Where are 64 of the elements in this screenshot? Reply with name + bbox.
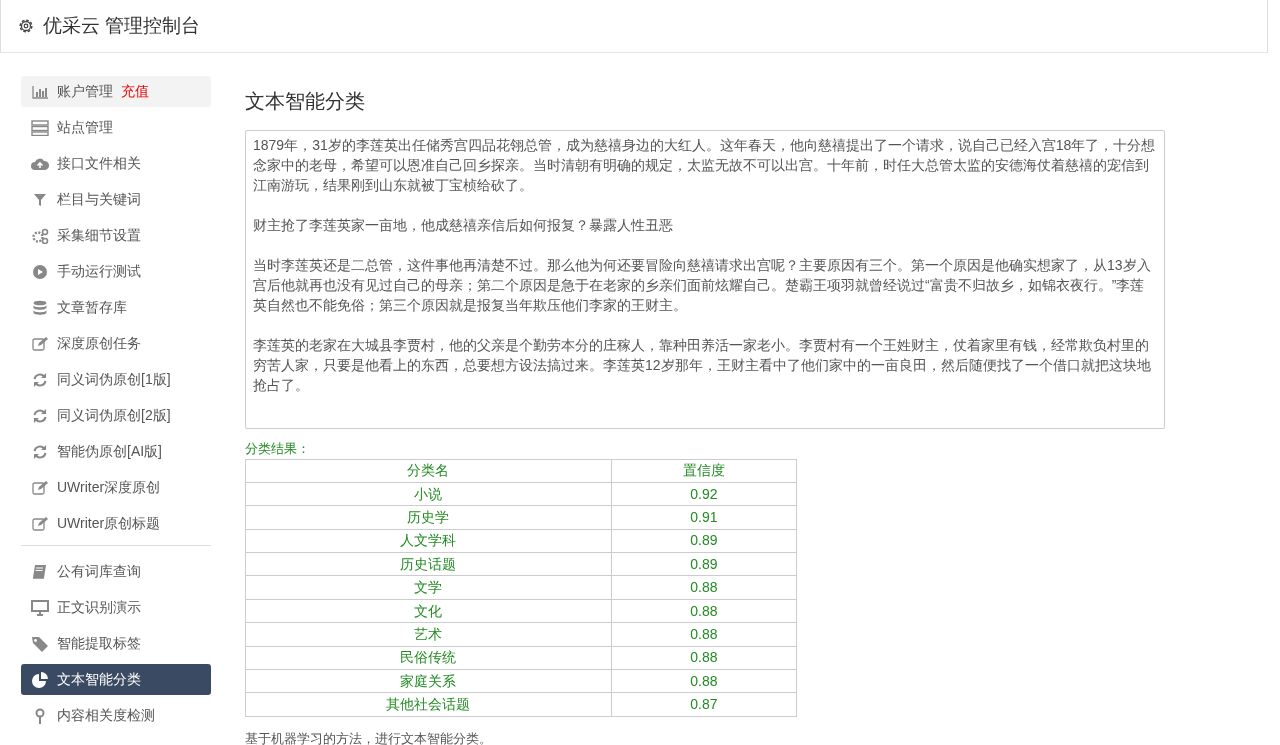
sidebar-item[interactable]: 采集细节设置 xyxy=(21,220,211,251)
table-cell: 0.89 xyxy=(611,529,797,553)
table-cell: 民俗传统 xyxy=(245,646,612,670)
sidebar-item[interactable]: 手动运行测试 xyxy=(21,256,211,287)
sidebar-item[interactable]: UWriter原创标题 xyxy=(21,508,211,539)
table-cell: 历史话题 xyxy=(245,552,612,576)
sidebar-item[interactable]: 栏目与关键词 xyxy=(21,184,211,215)
sidebar-item[interactable]: 文章暂存库 xyxy=(21,292,211,323)
filter-icon xyxy=(31,191,49,208)
edit-icon xyxy=(31,335,49,352)
table-cell: 0.88 xyxy=(611,669,797,693)
column-header: 分类名 xyxy=(245,459,612,483)
table-cell: 文化 xyxy=(245,599,612,623)
page-title: 文本智能分类 xyxy=(245,89,366,114)
table-cell: 家庭关系 xyxy=(245,669,612,693)
database-icon xyxy=(31,299,49,316)
table-cell: 0.88 xyxy=(611,646,797,670)
table-cell: 0.92 xyxy=(611,482,797,506)
result-label: 分类结果： xyxy=(245,440,311,458)
sidebar-item[interactable]: 内容相关度检测 xyxy=(21,700,211,731)
table-cell: 其他社会话题 xyxy=(245,692,612,717)
edit-icon xyxy=(31,479,49,496)
refresh-icon xyxy=(31,371,49,388)
recharge-label[interactable]: 充值 xyxy=(121,81,149,102)
table-cell: 0.88 xyxy=(611,575,797,600)
column-header: 置信度 xyxy=(611,459,797,483)
app-title: 优采云 管理控制台 xyxy=(43,13,201,38)
sidebar-item[interactable]: 智能提取标签 xyxy=(21,628,211,659)
refresh-icon xyxy=(31,407,49,424)
table-cell: 0.88 xyxy=(611,599,797,623)
table-cell: 0.87 xyxy=(611,692,797,717)
server-icon xyxy=(31,119,49,136)
edit-icon xyxy=(31,515,49,532)
tag-icon xyxy=(31,635,49,652)
sidebar-item[interactable]: 公有词库查询 xyxy=(21,556,211,587)
play-icon xyxy=(31,263,49,280)
book-icon xyxy=(31,563,49,580)
pie-chart-icon xyxy=(31,671,49,688)
gears-icon xyxy=(31,227,49,244)
table-cell: 0.91 xyxy=(611,505,797,530)
sidebar-item[interactable]: 同义词伪原创[2版] xyxy=(21,400,211,431)
refresh-icon xyxy=(31,443,49,460)
sidebar-item[interactable]: 接口文件相关 xyxy=(21,148,211,179)
sidebar-item[interactable]: 深度原创任务 xyxy=(21,328,211,359)
table-cell: 0.89 xyxy=(611,552,797,576)
text-input-area[interactable]: 1879年，31岁的李莲英出任储秀宫四品花翎总管，成为慈禧身边的大红人。这年春天，他向慈禧提出了一个请求，说自己已经入宫18年了，十分想念家中的老母，希望可以恩准自己回乡探亲。当时清朝有明确的规定，太监无故不可以出宫。十年前，时任大总管太监的安德海仗着慈禧的宠信到江南游玩，结果刚到山东就被丁宝桢给砍了。 财主抢了李莲英家一亩地，他成慈禧亲信后如何报复？暴露人性丑恶 当时李莲英还是二总管，这件事他再清楚不过。那么他为何还要冒险向慈禧请求出宫呢？主要原因有三个。第一个原因是他确实想家了，从13岁入宫后他就再也没有见过自己的母亲；第二个原因是急于在老家的乡亲们面前炫耀自己。楚霸王项羽就曾经说过“富贵不归故乡，如锦衣夜行。”李莲英自然也不能免俗；第三个原因就是报复当年欺压他们李家的王财主。 李莲英的老家在大城县李贾村，他的父亲是个勤劳本分的庄稼人，靠种田养活一家老小。李贾村有一个王姓财主，仗着家里有钱，经常欺负村里的穷苦人家，只要是他看上的东西，总要想方设法搞过来。李莲英12岁那年，王财主看中了他们家中的一亩良田，然后随便找了一个借口就把这块地抢占了。 xyxy=(245,130,1165,429)
sidebar-item[interactable]: 账户管理 充值 xyxy=(21,76,211,107)
monitor-icon xyxy=(31,599,49,616)
table-cell: 历史学 xyxy=(245,505,612,530)
sidebar-item[interactable]: 正文识别演示 xyxy=(21,592,211,623)
item-label: 账户管理 xyxy=(57,82,113,101)
table-cell: 艺术 xyxy=(245,622,612,647)
table-cell: 0.88 xyxy=(611,622,797,647)
table-cell: 小说 xyxy=(245,482,612,506)
sidebar-item[interactable]: 同义词伪原创[1版] xyxy=(21,364,211,395)
bar-chart-icon xyxy=(31,83,49,100)
table-cell: 人文学科 xyxy=(245,529,612,553)
settings-icon xyxy=(17,17,35,35)
sidebar-item[interactable]: 站点管理 xyxy=(21,112,211,143)
sidebar-item[interactable]: 智能伪原创[AI版] xyxy=(21,436,211,467)
table-cell: 文学 xyxy=(245,575,612,600)
sidebar-item[interactable]: UWriter深度原创 xyxy=(21,472,211,503)
sidebar-item[interactable]: 文本智能分类 xyxy=(21,664,211,695)
description-text: 基于机器学习的方法，进行文本智能分类。 xyxy=(245,729,493,745)
